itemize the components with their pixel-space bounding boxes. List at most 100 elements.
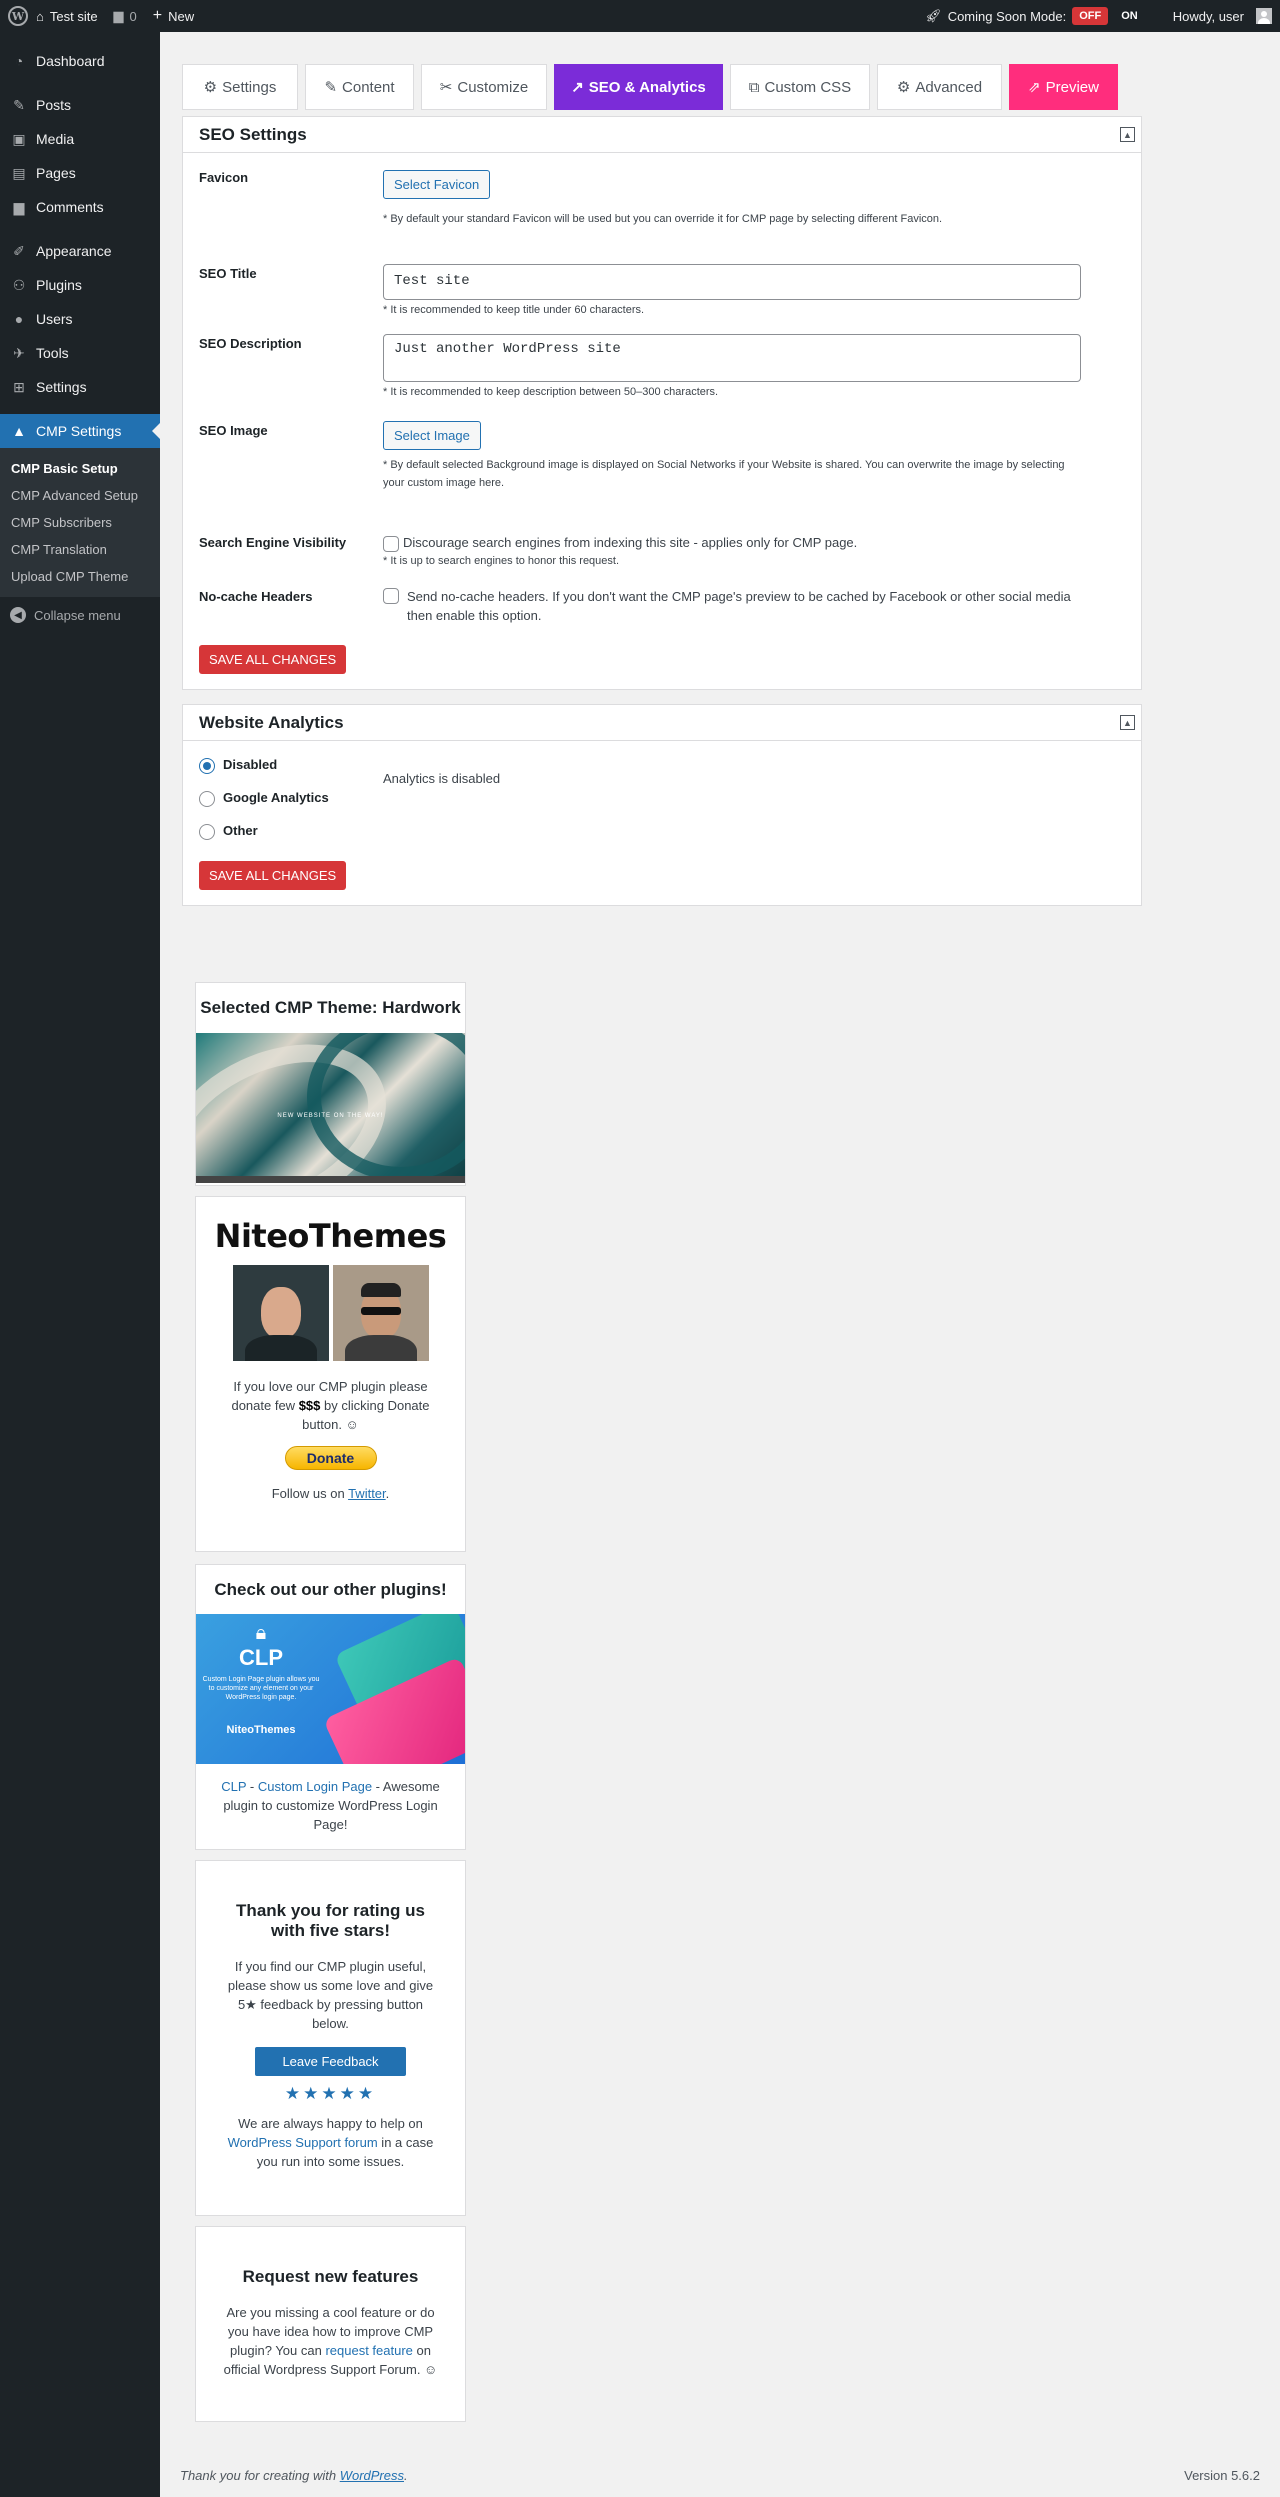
sidebar-item-plugins[interactable]: ⚇ Plugins bbox=[0, 268, 160, 302]
plugins-widget-title: Check out our other plugins! bbox=[214, 1580, 447, 1599]
theme-widget: Selected CMP Theme: Hardwork NEW WEBSITE… bbox=[195, 982, 466, 1186]
nocache-text: Send no-cache headers. If you don't want… bbox=[407, 589, 1071, 623]
gear-icon: ⚙ bbox=[203, 79, 218, 96]
sidebar-item-comments[interactable]: ▆ Comments bbox=[0, 190, 160, 224]
chart-icon: ↗ bbox=[571, 79, 584, 96]
tab-custom-css[interactable]: ⧉ Custom CSS bbox=[730, 64, 870, 110]
collapse-toggle-icon[interactable]: ▲ bbox=[1120, 715, 1135, 730]
radio-google-analytics[interactable] bbox=[199, 790, 215, 807]
seo-settings-panel: SEO Settings ▲ Favicon Select Favicon * … bbox=[182, 116, 1142, 690]
footer-text: Thank you for creating with WordPress. bbox=[180, 2468, 408, 2483]
dashboard-icon: ◔ bbox=[14, 53, 24, 69]
sidebar-item-appearance[interactable]: ✐ Appearance bbox=[0, 234, 160, 268]
features-widget-title: Request new features bbox=[242, 2267, 419, 2286]
new-content-link[interactable]: + New bbox=[145, 0, 202, 32]
comments-link[interactable]: ▆ 0 bbox=[106, 0, 145, 32]
tab-customize[interactable]: ✂ Customize bbox=[421, 64, 547, 110]
site-name-link[interactable]: ⌂ Test site bbox=[28, 0, 106, 32]
wordpress-logo-icon[interactable]: W bbox=[8, 6, 28, 26]
tab-settings[interactable]: ⚙ Settings bbox=[182, 64, 298, 110]
sidebar-item-settings[interactable]: ⊞ Settings bbox=[0, 370, 160, 404]
select-favicon-button[interactable]: Select Favicon bbox=[383, 170, 491, 199]
seo-panel-title: SEO Settings bbox=[199, 124, 307, 144]
analytics-panel-header: Website Analytics ▲ bbox=[183, 705, 1141, 741]
sidebar-item-dashboard[interactable]: ◔ Dashboard bbox=[0, 44, 160, 78]
analytics-option-google[interactable]: Google Analytics bbox=[199, 790, 1125, 807]
collapse-menu-button[interactable]: ◀ Collapse menu bbox=[0, 597, 160, 633]
radio-other[interactable] bbox=[199, 823, 215, 840]
settings-tabs: ⚙ Settings ✎ Content ✂ Customize ↗ SEO & Ana… bbox=[182, 64, 1118, 110]
tab-advanced[interactable]: ⚙ Advanced bbox=[877, 64, 1002, 110]
select-image-button[interactable]: Select Image bbox=[383, 421, 481, 450]
rating-widget-title: Thank you for rating us with five stars! bbox=[236, 1901, 425, 1940]
version-text: Version 5.6.2 bbox=[1184, 2468, 1260, 2483]
search-visibility-checkbox[interactable] bbox=[383, 535, 399, 552]
submenu-basic-setup[interactable]: CMP Basic Setup bbox=[0, 455, 160, 482]
sidebar-item-cmp-settings[interactable]: ▲ CMP Settings bbox=[0, 414, 160, 448]
favicon-note: * By default your standard Favicon will … bbox=[383, 213, 943, 225]
rating-text: If you find our CMP plugin useful, pleas… bbox=[227, 1959, 434, 2031]
brush-icon: ✐ bbox=[13, 242, 25, 259]
wrench-icon: ✈ bbox=[13, 344, 25, 361]
wordpress-link[interactable]: WordPress bbox=[340, 2468, 404, 2483]
clp-link[interactable]: CLP bbox=[221, 1779, 246, 1794]
features-widget: Request new features Are you missing a c… bbox=[195, 2226, 466, 2422]
team-photos bbox=[196, 1265, 465, 1361]
seo-description-label: SEO Description bbox=[199, 336, 302, 351]
tab-seo-analytics[interactable]: ↗ SEO & Analytics bbox=[554, 64, 723, 110]
sidebar-item-tools[interactable]: ✈ Tools bbox=[0, 336, 160, 370]
support-forum-link[interactable]: WordPress Support forum bbox=[228, 2135, 378, 2150]
sidebar-item-posts[interactable]: ✎ Posts bbox=[0, 88, 160, 122]
theme-preview-image[interactable]: NEW WEBSITE ON THE WAY! bbox=[196, 1033, 465, 1183]
analytics-save-button[interactable]: SAVE ALL CHANGES bbox=[199, 861, 347, 890]
niteo-donate-widget: NiteoThemes If you love our CMP plugin p… bbox=[195, 1196, 466, 1552]
seo-title-note: * It is recommended to keep title under … bbox=[383, 304, 645, 316]
coming-soon-toggle[interactable]: 🚀︎ Coming Soon Mode: OFF ON bbox=[917, 0, 1153, 32]
plug-icon: ⚇ bbox=[12, 276, 26, 293]
clp-plugin-image[interactable]: 🔒︎ CLP Custom Login Page plugin allows y… bbox=[196, 1614, 465, 1764]
sidebar-item-pages[interactable]: ▤ Pages bbox=[0, 156, 160, 190]
pin-icon: ✎ bbox=[13, 96, 25, 113]
twitter-link[interactable]: Twitter bbox=[348, 1486, 386, 1501]
nocache-checkbox[interactable] bbox=[383, 588, 399, 604]
cmp-off-badge[interactable]: OFF bbox=[1072, 7, 1109, 25]
cmp-submenu: CMP Basic Setup CMP Advanced Setup CMP S… bbox=[0, 448, 160, 597]
submenu-translation[interactable]: CMP Translation bbox=[0, 536, 160, 563]
collapse-toggle-icon[interactable]: ▲ bbox=[1120, 127, 1135, 142]
analytics-option-other[interactable]: Other bbox=[199, 823, 1125, 840]
analytics-status: Analytics is disabled bbox=[383, 771, 501, 786]
cmp-on-badge[interactable]: ON bbox=[1114, 7, 1145, 25]
theme-widget-title: Selected CMP Theme: Hardwork bbox=[200, 998, 461, 1017]
seo-save-button[interactable]: SAVE ALL CHANGES bbox=[199, 645, 347, 674]
collapse-icon: ◀ bbox=[10, 607, 26, 623]
submenu-advanced-setup[interactable]: CMP Advanced Setup bbox=[0, 482, 160, 509]
seo-panel-header: SEO Settings ▲ bbox=[183, 117, 1141, 153]
clp-description: CLP - Custom Login Page - Awesome plugin… bbox=[221, 1779, 440, 1832]
leave-feedback-button[interactable]: Leave Feedback bbox=[255, 2047, 406, 2076]
nocache-label: No-cache Headers bbox=[199, 589, 313, 604]
clp-small-text: Custom Login Page plugin allows you to c… bbox=[202, 1676, 320, 1701]
my-account-link[interactable]: Howdy, user bbox=[1153, 0, 1280, 32]
tab-preview[interactable]: ⇗ Preview bbox=[1009, 64, 1118, 110]
seo-title-input[interactable]: Test site bbox=[383, 264, 1081, 300]
admin-sidebar: ◔ Dashboard ✎ Posts ▣ Media ▤ Pages ▆ Comment… bbox=[0, 32, 160, 2497]
seo-description-textarea[interactable]: Just another WordPress site bbox=[383, 334, 1081, 382]
search-visibility-label: Search Engine Visibility bbox=[199, 535, 347, 550]
favicon-label: Favicon bbox=[199, 170, 249, 185]
analytics-panel: Website Analytics ▲ Disabled Google Anal… bbox=[182, 704, 1142, 906]
clp-brand: NiteoThemes bbox=[226, 1724, 296, 1736]
settings-icon: ⊞ bbox=[13, 378, 25, 395]
sidebar-item-users[interactable]: ● Users bbox=[0, 302, 160, 336]
donate-text: If you love our CMP plugin please donate… bbox=[231, 1379, 430, 1432]
custom-login-page-link[interactable]: Custom Login Page bbox=[258, 1779, 372, 1794]
radio-disabled[interactable] bbox=[199, 757, 215, 774]
niteo-logo: NiteoThemes bbox=[214, 1217, 447, 1255]
submenu-subscribers[interactable]: CMP Subscribers bbox=[0, 509, 160, 536]
analytics-save-row: SAVE ALL CHANGES bbox=[199, 861, 1125, 890]
submenu-upload-theme[interactable]: Upload CMP Theme bbox=[0, 563, 160, 590]
sidebar-item-media[interactable]: ▣ Media bbox=[0, 122, 160, 156]
request-feature-link[interactable]: request feature bbox=[325, 2343, 412, 2358]
donate-button[interactable]: Donate bbox=[284, 1446, 377, 1470]
tab-content[interactable]: ✎ Content bbox=[305, 64, 414, 110]
team-photo-1 bbox=[232, 1265, 329, 1361]
